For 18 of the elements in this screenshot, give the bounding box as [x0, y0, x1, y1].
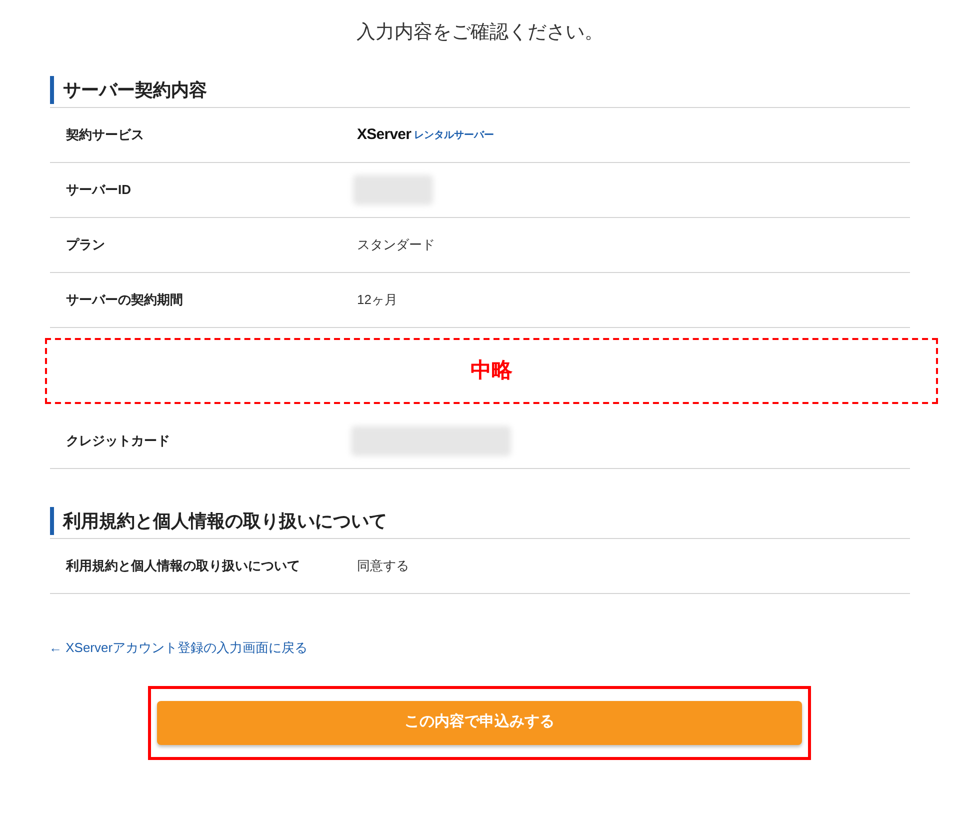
row-value: 12ヶ月 [357, 291, 398, 310]
omission-label: 中略 [470, 358, 512, 384]
row-label: クレジットカード [65, 432, 171, 450]
page-title: 入力内容をご確認ください。 [356, 21, 604, 45]
row-label: サーバーID [65, 181, 132, 200]
section-heading: 利用規約と個人情報の取り扱いについて [63, 510, 387, 532]
section-heading: サーバー契約内容 [63, 78, 207, 102]
row-value: スタンダード [357, 236, 435, 254]
heading-accent-bar [50, 76, 54, 104]
row-label: サーバーの契約期間 [65, 291, 184, 310]
logo-wordmark: XServer [357, 124, 412, 145]
row-label: 契約サービス [65, 126, 145, 144]
heading-accent-bar [50, 507, 54, 535]
back-link[interactable]: ← XServerアカウント登録の入力画面に戻る [49, 638, 308, 658]
row-label: 利用規約と個人情報の取り扱いについて [64, 557, 301, 576]
row-label: プラン [65, 236, 106, 254]
logo-subtitle: レンタルサーバー [414, 128, 494, 142]
row-value: 同意する [357, 557, 409, 576]
